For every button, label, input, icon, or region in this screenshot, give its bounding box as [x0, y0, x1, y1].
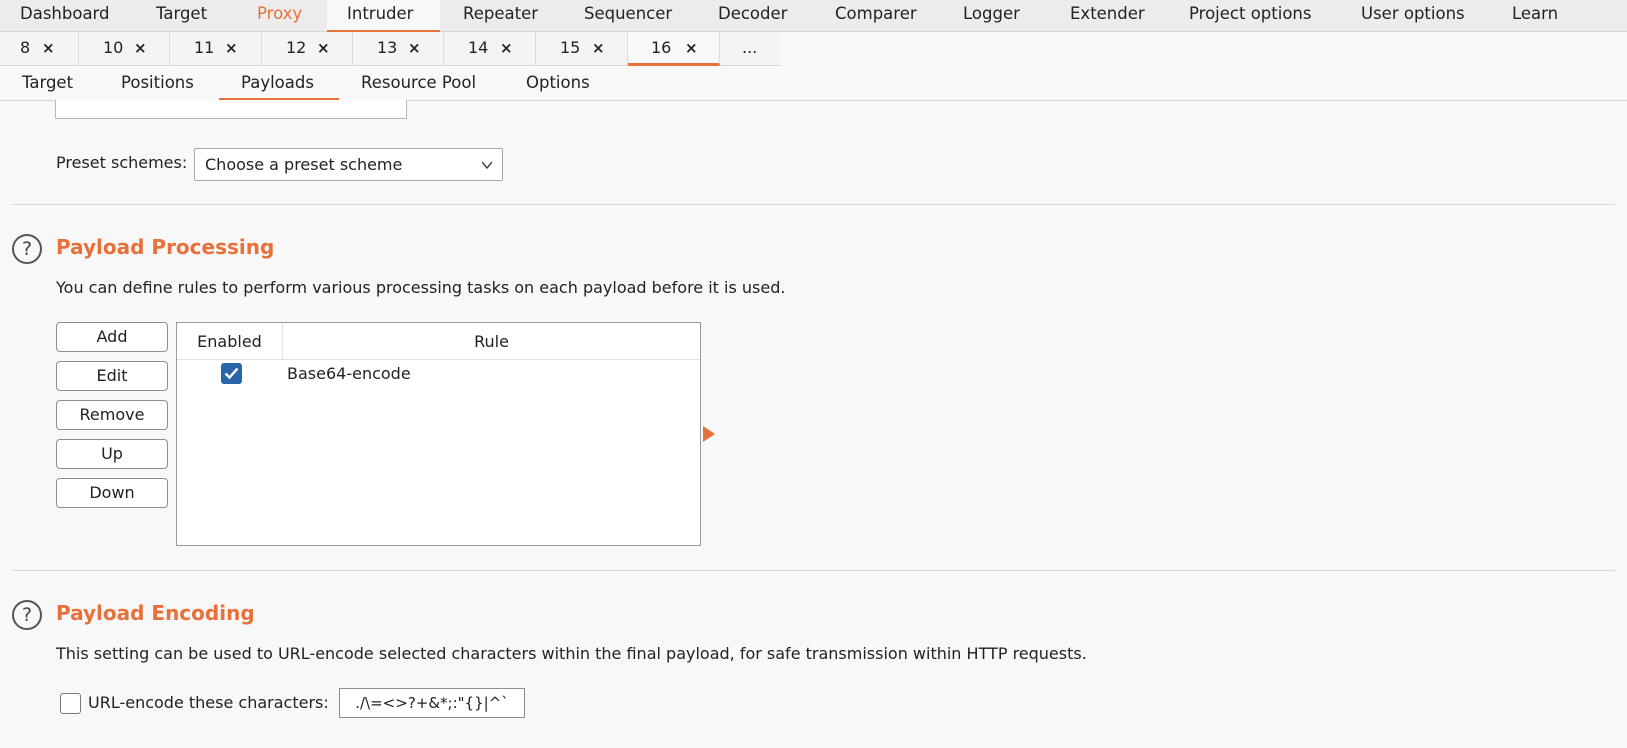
request-tab-number: 14 [468, 38, 489, 57]
add-rule-button[interactable]: Add [56, 322, 168, 352]
request-tab-16[interactable]: 16 × [628, 32, 720, 66]
request-tab-13[interactable]: 13 × [353, 32, 444, 66]
close-icon[interactable]: × [225, 32, 238, 64]
tab-project-options[interactable]: Project options [1169, 0, 1331, 32]
tab-dashboard[interactable]: Dashboard [0, 0, 130, 32]
table-row[interactable]: Base64-encode [177, 360, 700, 388]
request-tab-bar: 8 × 10 × 11 × 12 × 13 × 14 × 15 × 16 × .… [0, 32, 780, 66]
request-tab-11[interactable]: 11 × [170, 32, 262, 66]
request-tab-number: 13 [377, 38, 398, 57]
request-tab-number: 11 [194, 38, 215, 57]
request-tab-15[interactable]: 15 × [536, 32, 628, 66]
tab-user-options[interactable]: User options [1341, 0, 1485, 32]
request-tab-12[interactable]: 12 × [262, 32, 353, 66]
down-rule-button[interactable]: Down [56, 478, 168, 508]
tab-proxy[interactable]: Proxy [237, 0, 322, 32]
help-icon[interactable]: ? [12, 234, 42, 264]
tab-logger[interactable]: Logger [943, 0, 1040, 32]
up-rule-button[interactable]: Up [56, 439, 168, 469]
tab-comparer[interactable]: Comparer [815, 0, 937, 32]
request-tab-number: 12 [286, 38, 307, 57]
edit-rule-button[interactable]: Edit [56, 361, 168, 391]
section-divider [12, 570, 1615, 571]
chevron-down-icon [482, 161, 492, 170]
payload-processing-title: Payload Processing [56, 235, 275, 259]
close-icon[interactable]: × [685, 32, 698, 64]
scrolled-input-field[interactable] [55, 100, 407, 119]
intruder-subtab-bar: Target Positions Payloads Resource Pool … [0, 66, 1627, 101]
more-tabs-label: ... [742, 38, 758, 57]
checkmark-icon [224, 367, 239, 380]
tab-decoder[interactable]: Decoder [698, 0, 807, 32]
close-icon[interactable]: × [500, 32, 513, 64]
preset-schemes-label: Preset schemes: [56, 153, 188, 172]
close-icon[interactable]: × [592, 32, 605, 64]
request-tab-number: 16 [651, 38, 672, 57]
request-tab-number: 8 [20, 38, 31, 57]
remove-rule-button[interactable]: Remove [56, 400, 168, 430]
tab-sequencer[interactable]: Sequencer [564, 0, 692, 32]
url-encode-label: URL-encode these characters: [88, 693, 329, 712]
tab-learn[interactable]: Learn [1492, 0, 1578, 32]
subtab-payloads[interactable]: Payloads [219, 66, 339, 101]
rule-enabled-checkbox[interactable] [221, 363, 242, 384]
url-encode-characters-input[interactable]: ./\=<>?+&*;:"{}|^` [339, 688, 525, 718]
request-tab-8[interactable]: 8 × [0, 32, 79, 66]
close-icon[interactable]: × [134, 32, 147, 64]
subtab-positions[interactable]: Positions [99, 66, 216, 101]
column-header-rule[interactable]: Rule [283, 323, 700, 360]
request-tab-10[interactable]: 10 × [79, 32, 170, 66]
payload-processing-description: You can define rules to perform various … [56, 278, 786, 297]
close-icon[interactable]: × [42, 32, 55, 64]
tab-extender[interactable]: Extender [1050, 0, 1165, 32]
subtab-target[interactable]: Target [0, 66, 95, 101]
more-tabs-button[interactable]: ... [720, 32, 780, 66]
rule-name-cell: Base64-encode [287, 364, 411, 383]
tab-repeater[interactable]: Repeater [443, 0, 558, 32]
processing-rules-table[interactable]: Enabled Rule Base64-encode [176, 322, 701, 546]
subtab-options[interactable]: Options [504, 66, 612, 101]
request-tab-14[interactable]: 14 × [444, 32, 536, 66]
expand-arrow-icon[interactable] [703, 426, 715, 442]
close-icon[interactable]: × [317, 32, 330, 64]
tab-target[interactable]: Target [136, 0, 227, 32]
column-header-enabled[interactable]: Enabled [177, 323, 283, 360]
section-divider [12, 204, 1615, 205]
payload-encoding-description: This setting can be used to URL-encode s… [56, 644, 1087, 663]
payload-encoding-title: Payload Encoding [56, 601, 255, 625]
help-icon[interactable]: ? [12, 600, 42, 630]
url-encode-checkbox[interactable] [60, 693, 81, 714]
request-tab-number: 10 [103, 38, 124, 57]
preset-scheme-select[interactable]: Choose a preset scheme [194, 148, 503, 181]
close-icon[interactable]: × [408, 32, 421, 64]
subtab-resource-pool[interactable]: Resource Pool [339, 66, 498, 101]
request-tab-number: 15 [560, 38, 581, 57]
tab-intruder[interactable]: Intruder [327, 0, 440, 33]
preset-scheme-value: Choose a preset scheme [205, 155, 403, 174]
main-tab-bar: Dashboard Target Proxy Intruder Repeater… [0, 0, 1627, 33]
